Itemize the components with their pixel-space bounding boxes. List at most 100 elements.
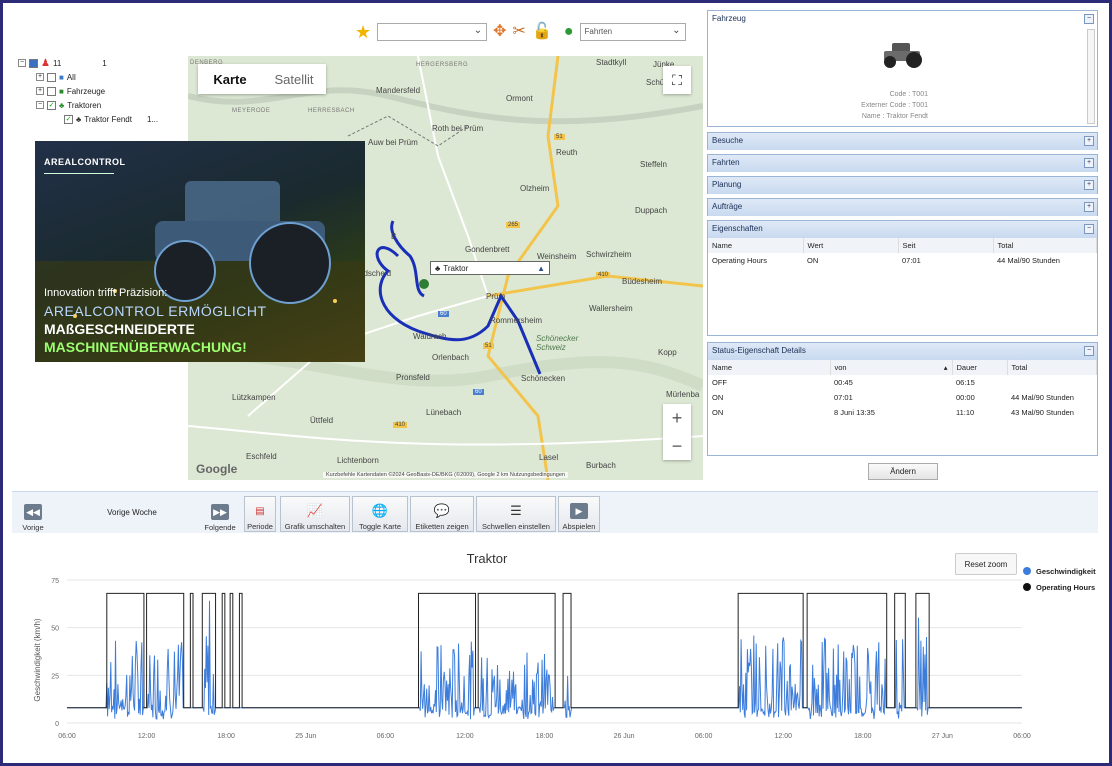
- x-tick-label: 27 Jun: [932, 733, 953, 740]
- tree-item-all[interactable]: + ■ All: [18, 70, 188, 84]
- table-row[interactable]: Operating Hours ON 07:01 44 Mal/90 Stund…: [708, 253, 1097, 268]
- table-row[interactable]: ON 07:01 00:00 44 Mal/90 Stunden: [708, 390, 1097, 405]
- tab-map[interactable]: Karte: [198, 64, 262, 94]
- panel-header[interactable]: Aufträge +: [708, 199, 1097, 216]
- column-header[interactable]: Name: [708, 360, 831, 375]
- legend-item-speed[interactable]: Geschwindigkeit: [1023, 563, 1096, 579]
- road-shield: 51: [554, 134, 565, 140]
- truck-icon: ■: [59, 86, 64, 96]
- period-button[interactable]: ▤ Periode: [244, 496, 276, 532]
- panel-scrollbar[interactable]: [1087, 29, 1095, 124]
- panel-header[interactable]: Planung +: [708, 177, 1097, 194]
- expand-icon[interactable]: +: [1084, 180, 1094, 190]
- column-header[interactable]: Wert: [803, 238, 899, 253]
- column-header[interactable]: Dauer: [952, 360, 1008, 375]
- collapse-icon[interactable]: −: [1084, 346, 1094, 356]
- table-row[interactable]: OFF 00:45 06:15: [708, 375, 1097, 390]
- crosshair-icon[interactable]: ✥: [493, 24, 506, 40]
- place-label: Waldrach: [413, 332, 447, 341]
- panel-fahrten[interactable]: Fahrten +: [707, 154, 1098, 172]
- vehicle-position-marker[interactable]: [419, 279, 429, 289]
- tools-icon[interactable]: ✂: [513, 24, 526, 40]
- panel-header[interactable]: Fahrten +: [708, 155, 1097, 172]
- tab-satellite[interactable]: Satellit: [262, 64, 326, 94]
- collapse-icon[interactable]: −: [36, 101, 44, 109]
- checkbox[interactable]: [47, 72, 56, 82]
- column-header[interactable]: Seit: [898, 238, 994, 253]
- collapse-icon[interactable]: −: [1084, 14, 1094, 24]
- area-label: HERRESBACH: [308, 108, 355, 114]
- column-header-sorted[interactable]: von ▴: [830, 360, 953, 375]
- button-label: Folgende: [204, 523, 236, 532]
- toggle-chart-button[interactable]: 📈 Grafik umschalten: [280, 496, 350, 532]
- fullscreen-icon[interactable]: ⛶: [663, 66, 691, 94]
- favorite-star-icon[interactable]: ★: [355, 23, 371, 41]
- collapse-icon[interactable]: −: [18, 59, 26, 67]
- lock-icon[interactable]: 🔓: [532, 24, 552, 40]
- checkbox[interactable]: ✓: [64, 114, 73, 124]
- speed-series-line: [67, 600, 1022, 720]
- place-label: Orlenbach: [432, 353, 469, 362]
- place-label: Roth bei Prüm: [432, 124, 484, 133]
- tree-root[interactable]: − ♟ 11 1: [18, 56, 188, 70]
- favorites-select[interactable]: [377, 23, 488, 41]
- trip-select[interactable]: Fahrten: [579, 23, 686, 41]
- tree-item-fahrzeuge[interactable]: + ■ Fahrzeuge: [18, 84, 188, 98]
- checkbox[interactable]: [47, 86, 56, 96]
- table-cell: OFF: [712, 378, 727, 387]
- zoom-in-button[interactable]: +: [663, 404, 691, 432]
- panel-besuche[interactable]: Besuche +: [707, 132, 1098, 150]
- column-header-label: von: [834, 363, 847, 372]
- previous-button[interactable]: ◀◀ Vorige: [18, 496, 48, 532]
- table-cell: 44 Mal/90 Stunden: [1011, 393, 1074, 402]
- ad-line-4: MASCHINENÜBERWACHUNG!: [44, 339, 247, 355]
- speed-chart[interactable]: Traktor Geschwindigkeit (km/h) 0 25 50 75 0…: [12, 545, 1098, 750]
- reset-zoom-button[interactable]: Reset zoom: [955, 553, 1017, 575]
- tree-item-traktoren[interactable]: − ✓ ♣ Traktoren: [18, 98, 188, 112]
- expand-icon[interactable]: +: [1084, 136, 1094, 146]
- play-button[interactable]: ▶ Abspielen: [558, 496, 600, 532]
- expand-icon[interactable]: +: [1084, 202, 1094, 212]
- zoom-out-button[interactable]: −: [663, 432, 691, 460]
- button-label: Periode: [247, 522, 273, 531]
- panel-planung[interactable]: Planung +: [707, 176, 1098, 194]
- map-type-switch: Karte Satellit: [198, 64, 326, 94]
- change-button[interactable]: Ändern: [868, 463, 938, 480]
- panel-auftraege[interactable]: Aufträge +: [707, 198, 1098, 216]
- checkbox[interactable]: ✓: [47, 100, 56, 110]
- next-button[interactable]: ▶▶ Folgende: [200, 496, 240, 532]
- table-cell: 44 Mal/90 Stunden: [997, 256, 1060, 265]
- table-cell: 00:00: [956, 393, 975, 402]
- column-header[interactable]: Total: [993, 238, 1097, 253]
- refresh-icon[interactable]: ●: [564, 24, 574, 40]
- toggle-map-button[interactable]: 🌐 Toggle Karte: [352, 496, 408, 532]
- vehicle-tree: − ♟ 11 1 + ■ All + ■ Fahrzeuge − ✓ ♣ Tra…: [18, 56, 188, 126]
- tractor-icon: ♣: [76, 114, 82, 124]
- legend-item-operating-hours[interactable]: Operating Hours: [1023, 579, 1096, 595]
- root-checkbox[interactable]: [29, 58, 38, 68]
- place-label: Büdesheim: [622, 277, 663, 286]
- expand-icon[interactable]: +: [36, 73, 44, 81]
- column-header[interactable]: Name: [708, 238, 804, 253]
- show-labels-button[interactable]: 💬 Etiketten zeigen: [410, 496, 474, 532]
- x-tick-label: 25 Jun: [295, 733, 316, 740]
- panel-header[interactable]: Besuche +: [708, 133, 1097, 150]
- column-header[interactable]: Total: [1007, 360, 1097, 375]
- vehicle-marker-label[interactable]: ♣ Traktor ▲: [430, 261, 550, 275]
- tree-item-traktor-fendt[interactable]: ✓ ♣ Traktor Fendt 1...: [18, 112, 188, 126]
- line-chart-icon: 📈: [306, 503, 324, 518]
- thresholds-button[interactable]: ☰ Schwellen einstellen: [476, 496, 556, 532]
- place-label: Schü: [646, 78, 665, 87]
- marker-label-text: Traktor: [443, 263, 469, 273]
- expand-icon[interactable]: +: [36, 87, 44, 95]
- panel-title: Status-Eigenschaft Details: [712, 346, 806, 355]
- expand-icon[interactable]: +: [1084, 158, 1094, 168]
- tractor-icon: ♣: [435, 263, 441, 273]
- sliders-icon: ☰: [510, 503, 522, 518]
- collapse-icon[interactable]: −: [1084, 224, 1094, 234]
- table-row[interactable]: ON 8 Juni 13:35 11:10 43 Mal/90 Stunden: [708, 405, 1097, 420]
- place-label: Lützkampen: [232, 393, 276, 402]
- map-attribution[interactable]: Kurzbefehle Kartendaten ©2024 GeoBasis-D…: [323, 472, 568, 478]
- advertisement-banner[interactable]: AREALCONTROL Innovation trifft Präzision…: [35, 141, 365, 362]
- tree-item-suffix: 1...: [146, 114, 159, 124]
